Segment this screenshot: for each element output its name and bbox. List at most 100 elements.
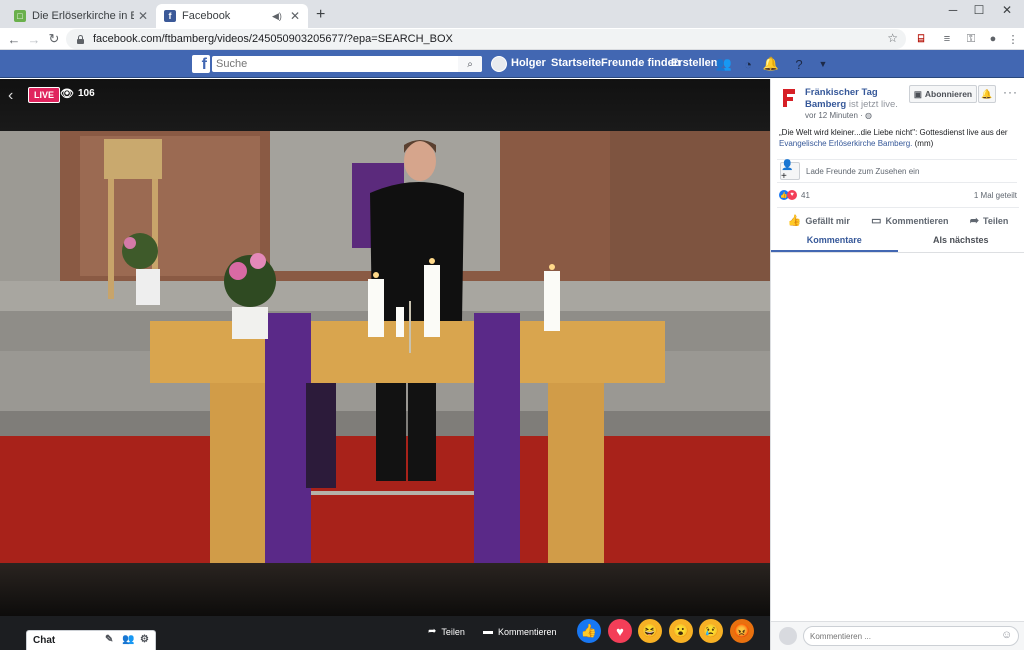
site-favicon-icon: □ [14, 10, 26, 22]
facebook-header: f ⌕ Holger Startseite Freunde finden Ers… [0, 50, 1024, 78]
page-name-line: Fränkischer Tag Bamberg ist jetzt live. [805, 87, 905, 111]
share-arrow-icon: ➦ [428, 626, 437, 637]
video-share-label: Teilen [441, 626, 465, 637]
viewer-count-value: 106 [77, 88, 95, 99]
share-button[interactable]: ➦ Teilen [970, 214, 1009, 227]
like-reaction-icon[interactable]: 👍 [577, 619, 601, 643]
description-text: „Die Welt wird kleiner...die Liebe nicht… [779, 128, 1008, 137]
tab-title: Die Erlöserkirche in Bamberg ist [32, 10, 134, 22]
back-arrow-icon[interactable]: ← [6, 31, 22, 47]
facebook-logo-icon[interactable]: f [192, 55, 210, 73]
comment-tabs: Kommentare Als nächstes [771, 231, 1024, 253]
url-text: facebook.com/ftbamberg/videos/2450509032… [93, 33, 453, 45]
post-sidebar: Fränkischer Tag Bamberg ist jetzt live. … [770, 79, 1024, 650]
close-window-button[interactable]: ✕ [990, 0, 1024, 20]
chat-bar[interactable]: Chat ✎ 👥 ⚙ [26, 630, 156, 650]
avatar[interactable] [491, 56, 507, 72]
live-status-text: ist jetzt live. [848, 99, 898, 110]
search-input[interactable] [212, 56, 482, 72]
thumbs-up-icon: 👍 [787, 215, 802, 227]
reaction-summary[interactable]: 👍 ♥ 41 1 Mal geteilt [779, 190, 1017, 200]
forward-arrow-icon[interactable]: → [26, 31, 42, 47]
browser-tab-bar: □ Die Erlöserkirche in Bamberg ist ✕ f F… [0, 0, 1024, 28]
tab-comments[interactable]: Kommentare [771, 231, 898, 252]
nav-home[interactable]: Startseite [551, 57, 601, 69]
key-icon[interactable]: ⚿ [962, 30, 980, 48]
angry-reaction-icon[interactable]: 😡 [730, 619, 754, 643]
new-tab-button[interactable]: + [316, 6, 325, 24]
notification-bell-button[interactable]: 🔔 [978, 85, 996, 103]
address-bar: ← → ↻ facebook.com/ftbamberg/videos/2450… [0, 28, 1024, 50]
subscribe-button[interactable]: ▣ Abonnieren [909, 85, 977, 103]
comment-button[interactable]: ▭ Kommentieren [871, 214, 948, 227]
emoji-icon[interactable]: ☺ [1001, 629, 1012, 641]
video-comment-button[interactable]: ▬ Kommentieren [483, 626, 557, 637]
comment-input[interactable] [803, 626, 1019, 646]
share-label: Teilen [983, 215, 1009, 226]
tab-title: Facebook [182, 10, 231, 22]
post-timestamp[interactable]: vor 12 Minuten · ◍ [805, 111, 872, 120]
tab-up-next[interactable]: Als nächstes [898, 231, 1024, 252]
messenger-icon[interactable]: ◔ [740, 56, 756, 72]
facebook-favicon-icon: f [164, 10, 176, 22]
profile-icon[interactable]: ● [984, 30, 1002, 48]
description-suffix: (mm) [914, 139, 934, 148]
video-share-button[interactable]: ➦ Teilen [428, 626, 465, 637]
reaction-count: 41 [801, 190, 810, 200]
page-logo-icon[interactable] [780, 87, 798, 109]
subscribe-icon: ▣ [913, 88, 922, 99]
share-count[interactable]: 1 Mal geteilt [974, 191, 1017, 200]
pdf-extension-icon[interactable]: ⌸ [912, 30, 930, 48]
group-icon[interactable]: 👥 [122, 634, 134, 645]
sad-reaction-icon[interactable]: 😢 [699, 619, 723, 643]
church-altar-scene [0, 131, 770, 564]
gear-icon[interactable]: ⚙ [140, 634, 149, 645]
wow-reaction-icon[interactable]: 😮 [669, 619, 693, 643]
media-extension-icon[interactable]: ≡ [938, 30, 956, 48]
comment-bubble-icon: ▬ [483, 626, 493, 637]
comment-composer: ☺ [771, 621, 1024, 650]
avatar [779, 627, 797, 645]
like-label: Gefällt mir [805, 215, 850, 226]
notifications-bell-icon[interactable]: 🔔 [763, 56, 779, 72]
friend-requests-icon[interactable]: 👥 [716, 56, 732, 72]
post-actions: 👍 Gefällt mir ▭ Kommentieren ➦ Teilen [777, 207, 1019, 233]
video-top-letterbox [0, 79, 770, 131]
reload-icon[interactable]: ↻ [46, 31, 62, 47]
browser-tab-erloeserkirche[interactable]: □ Die Erlöserkirche in Bamberg ist ✕ [6, 4, 156, 28]
new-message-icon[interactable]: ✎ [105, 634, 113, 645]
help-icon[interactable]: ? [791, 56, 807, 72]
chat-label: Chat [33, 635, 56, 646]
eye-icon: 👁 [60, 88, 74, 100]
search-icon[interactable]: ⌕ [458, 56, 482, 72]
speaker-icon[interactable]: ◀) [272, 11, 282, 22]
back-chevron-icon[interactable]: ‹ [8, 87, 13, 105]
bookmark-star-icon[interactable]: ☆ [887, 31, 898, 45]
haha-reaction-icon[interactable]: 😆 [638, 619, 662, 643]
close-tab-icon[interactable]: ✕ [138, 9, 148, 23]
post-description: „Die Welt wird kleiner...die Liebe nicht… [779, 127, 1019, 149]
profile-link[interactable]: Holger [511, 57, 546, 69]
more-options-icon[interactable]: ··· [1003, 85, 1018, 99]
description-link[interactable]: Evangelische Erlöserkirche Bamberg. [779, 139, 912, 148]
nav-find-friends[interactable]: Freunde finden [601, 57, 680, 69]
video-comment-label: Kommentieren [498, 626, 557, 637]
nav-create[interactable]: Erstellen [671, 57, 717, 69]
invite-friends-row[interactable]: 👤+ Lade Freunde zum Zusehen ein [777, 159, 1017, 183]
comment-icon: ▭ [871, 215, 882, 227]
account-menu-chevron-icon[interactable]: ▼ [815, 56, 831, 72]
browser-tab-facebook[interactable]: f Facebook ◀) ✕ [156, 4, 308, 28]
live-badge: LIVE [28, 87, 61, 103]
like-button[interactable]: 👍 Gefällt mir [788, 214, 850, 227]
love-reaction-icon[interactable]: ♥ [608, 619, 632, 643]
live-video-player[interactable]: ‹ LIVE 👁 106 [0, 79, 770, 616]
post-time-text: vor 12 Minuten [805, 111, 858, 120]
menu-dots-icon[interactable]: ⋮ [1004, 30, 1022, 48]
close-tab-icon[interactable]: ✕ [290, 9, 300, 23]
invite-text: Lade Freunde zum Zusehen ein [806, 166, 920, 176]
url-field[interactable]: facebook.com/ftbamberg/videos/2450509032… [66, 29, 906, 49]
globe-icon: · ◍ [860, 111, 873, 120]
add-friend-icon[interactable]: 👤+ [780, 160, 800, 182]
lock-icon [76, 34, 85, 44]
video-bottom-letterbox [0, 563, 770, 616]
